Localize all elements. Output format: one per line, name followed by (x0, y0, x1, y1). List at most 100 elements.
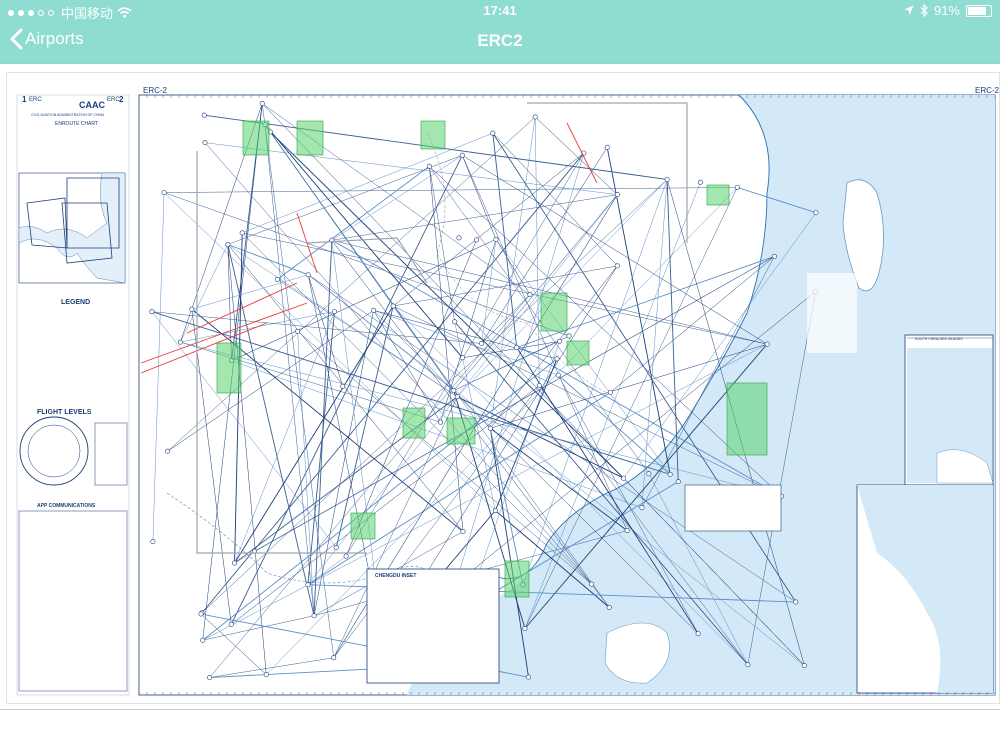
app-communications-title: APP COMMUNICATIONS (37, 503, 96, 509)
navaid-fix (274, 276, 280, 282)
navaid-fix (426, 163, 432, 169)
navaid-fix (295, 328, 301, 334)
navaid-fix (201, 112, 207, 118)
navaid-fix (305, 272, 311, 278)
navaid-fix (437, 419, 443, 425)
navaid-fix (514, 345, 520, 351)
back-button[interactable]: Airports (10, 28, 84, 50)
navaid-fix (554, 356, 560, 362)
navaid-fix (371, 307, 377, 313)
navaid-fix (536, 383, 542, 389)
navaid-fix (624, 528, 630, 534)
battery-percentage: 91% (933, 3, 960, 18)
navaid-fix (340, 383, 346, 389)
navaid-fix (490, 130, 496, 136)
navaid-fix (771, 253, 777, 259)
navaid-fix (614, 263, 620, 269)
navaid-fix (177, 339, 183, 345)
navaid-fix (734, 184, 740, 190)
navaid-fix (452, 319, 458, 325)
panel-header-num-left: 1 (22, 95, 27, 104)
navaid-fix (793, 599, 799, 605)
navaid-fix (332, 308, 338, 314)
top-bar: 中国移动 17:41 91% Airports ERC2 (0, 0, 1000, 64)
navaid-fix (606, 604, 612, 610)
navaid-fix (493, 236, 499, 242)
panel-header-num-right: 2 (119, 95, 124, 104)
navaid-fix (305, 582, 311, 588)
navaid-fix (522, 626, 528, 632)
legend-panel (16, 94, 130, 696)
navaid-fix (232, 560, 238, 566)
legend-title: LEGEND (61, 299, 91, 306)
chart-name: ENROUTE CHART (55, 121, 98, 127)
document-viewer[interactable]: ERC-2 ERC-2 ERC 1 ERC 2 CAAC CIVIL AVIAT… (0, 64, 1000, 710)
navaid-fix (607, 389, 613, 395)
navaid-fix (343, 553, 349, 559)
navaid-fix (198, 611, 204, 617)
navaid-fix (456, 235, 462, 241)
enroute-chart[interactable]: ERC-2 ERC-2 ERC 1 ERC 2 CAAC CIVIL AVIAT… (6, 72, 1000, 704)
navaid-fix (675, 479, 681, 485)
navaid-fix (479, 341, 485, 347)
navaid-fix (532, 114, 538, 120)
agency-brand: CAAC (79, 100, 105, 110)
navaid-fix (801, 663, 807, 669)
agency-name: CIVIL AVIATION ADMINISTRATION OF CHINA (31, 113, 105, 117)
navaid-fix (225, 242, 231, 248)
empty-area (0, 710, 1000, 750)
navaid-fix (202, 140, 208, 146)
navaid-fix (614, 192, 620, 198)
back-button-label: Airports (25, 29, 84, 48)
navaid-fix (228, 621, 234, 627)
navaid-fix (604, 144, 610, 150)
navaid-fix (263, 672, 269, 678)
navaid-fix (460, 355, 466, 361)
navaid-fix (459, 152, 465, 158)
navaid-fix (695, 631, 701, 637)
navigation-bar: Airports ERC2 (0, 20, 1000, 64)
chengdu-inset (366, 568, 500, 684)
sheet-id-left: ERC-2 (143, 86, 168, 95)
navaid-fix (764, 341, 770, 347)
navaid-fix (200, 637, 206, 643)
navaid-fix (473, 237, 479, 243)
navaid-fix (165, 448, 171, 454)
navaid-fix (390, 303, 396, 309)
chart-map (138, 94, 996, 696)
south-china-sea-inset-title: SOUTH CHINA SEA ISLANDS (915, 337, 963, 341)
navaid-fix (664, 176, 670, 182)
app-communications-table (18, 510, 128, 692)
location-arrow-icon (904, 5, 914, 15)
navaid-fix (646, 471, 652, 477)
navaid-fix (697, 179, 703, 185)
navaid-fix (150, 539, 156, 545)
navaid-fix (454, 394, 460, 400)
navaid-fix (621, 475, 627, 481)
navaid-fix (492, 508, 498, 514)
navaid-fix (589, 581, 595, 587)
navaid-fix (566, 333, 572, 339)
navaid-fix (526, 674, 532, 680)
bluetooth-icon (920, 4, 928, 17)
chevron-left-icon (10, 28, 23, 50)
chengdu-inset-title: CHENGDU INSET (375, 573, 417, 579)
navaid-fix (487, 425, 493, 431)
status-bar: 中国移动 17:41 91% (0, 0, 1000, 21)
flight-levels-graphic (19, 416, 89, 486)
battery-level (968, 6, 986, 15)
panel-header-left: ERC (29, 97, 42, 103)
navaid-fix (527, 292, 533, 298)
navaid-fix (311, 613, 317, 619)
navaid-fix (331, 655, 337, 661)
navaid-fix (460, 529, 466, 535)
battery-icon (966, 4, 992, 17)
sheet-id-right: ERC-2 (975, 86, 1000, 95)
navaid-fix (207, 675, 213, 681)
navaid-fix (239, 230, 245, 236)
page-title: ERC2 (477, 31, 523, 50)
navaid-fix (161, 190, 167, 196)
navaid-fix (667, 471, 673, 477)
navaid-fix (555, 372, 561, 378)
navaid-fix (745, 662, 751, 668)
